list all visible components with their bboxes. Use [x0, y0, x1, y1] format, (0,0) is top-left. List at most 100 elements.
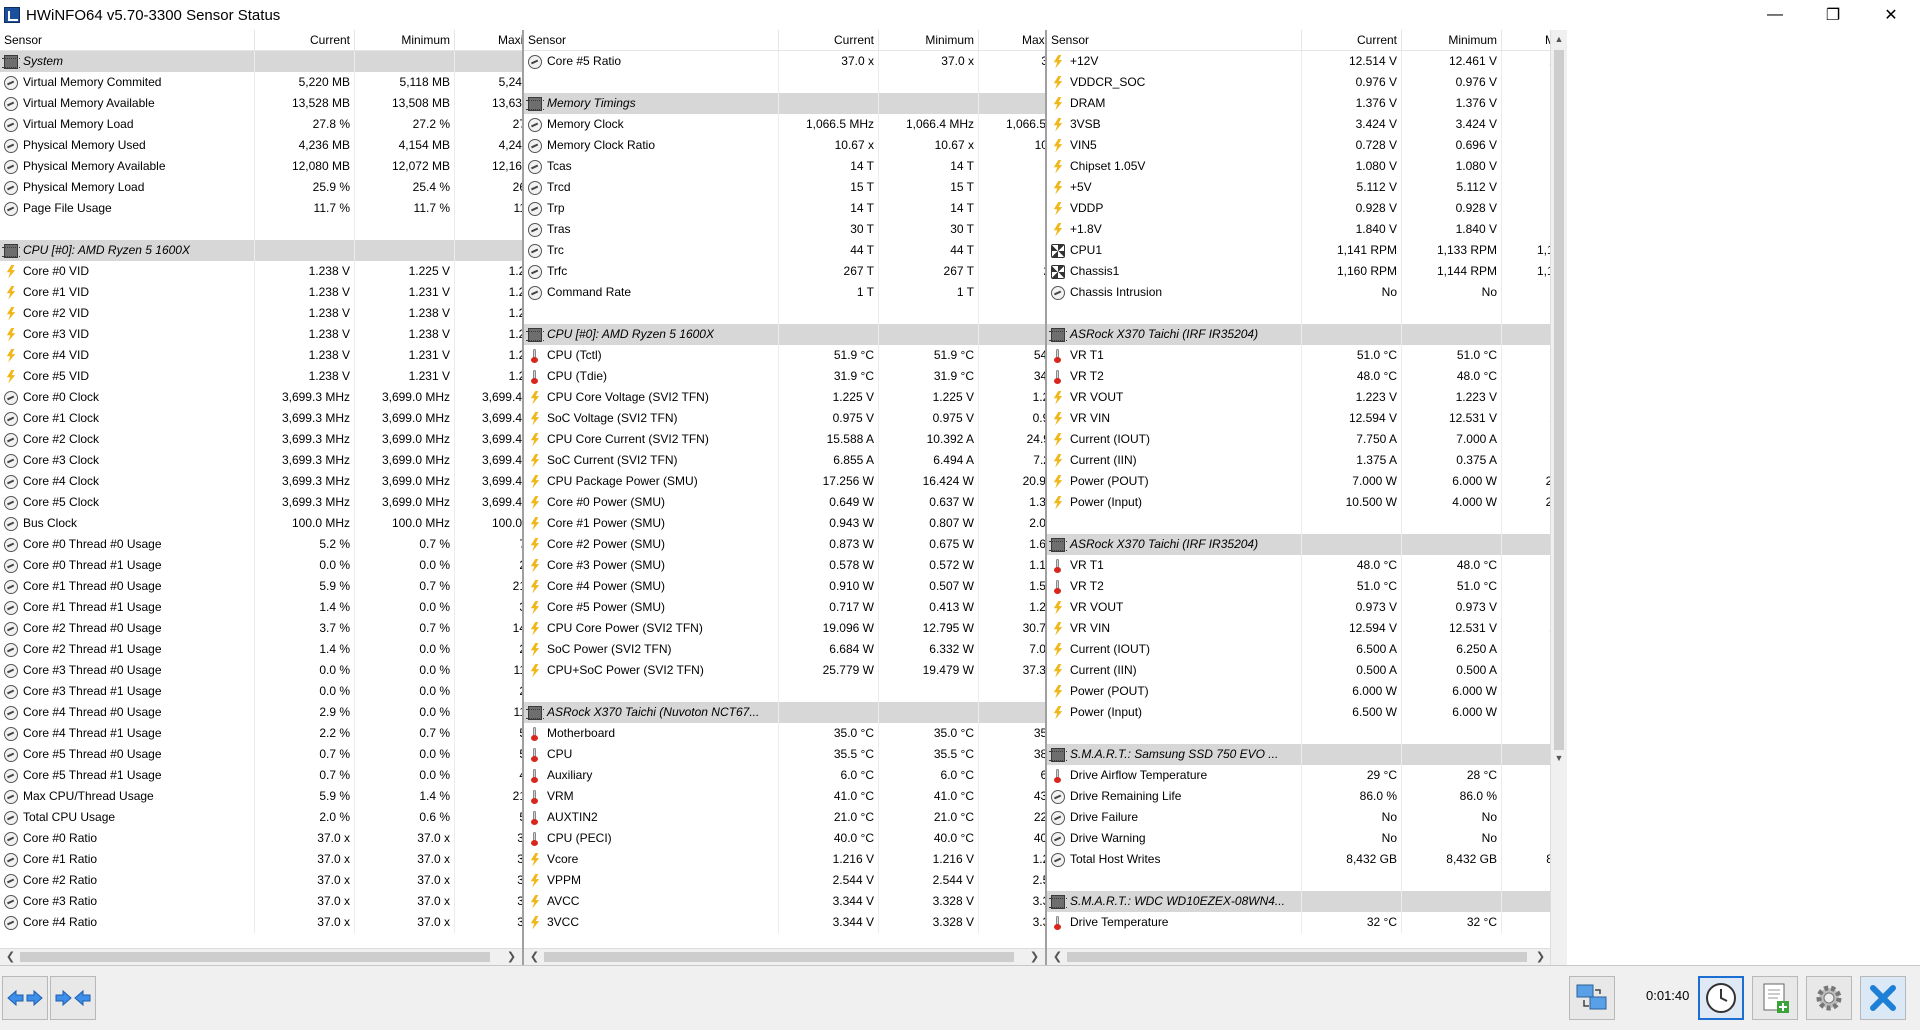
- sensor-row[interactable]: CPU Core Voltage (SVI2 TFN) 1.225 V 1.225 …: [524, 387, 1045, 408]
- sensor-row[interactable]: Core #1 Thread #1 Usage1.4 %0.0 %3.7 %0.…: [0, 597, 522, 618]
- sensor-row[interactable]: Core #3 Thread #1 Usage0.0 %0.0 %2.2 %0.…: [0, 681, 522, 702]
- sensor-row[interactable]: Core #1 Clock 3,699.3 MHz 3,699.0 MHz 3,699…: [0, 408, 522, 429]
- nav-back-forward-button[interactable]: [2, 976, 48, 1020]
- sensor-row[interactable]: CPU35.5 °C35.5 °C38.5 °C36.7: [524, 744, 1045, 765]
- sensor-row[interactable]: Power (POUT)6.000 W6.000 W7.500 W6.1: [1047, 681, 1567, 702]
- sensor-row[interactable]: Trfc267 T267 T267 T: [524, 261, 1045, 282]
- sensor-row[interactable]: DRAM1.376 V1.376 V1.376 V1.3: [1047, 93, 1567, 114]
- sensor-row[interactable]: CPU+SoC Power (SVI2 TFN) 25.779 W 19.479 W…: [524, 660, 1045, 681]
- sensor-row[interactable]: Core #5 Clock 3,699.3 MHz 3,699.0 MHz 3,699…: [0, 492, 522, 513]
- sensor-group-header[interactable]: CPU [#0]: AMD Ryzen 5 1600X: [0, 240, 522, 261]
- sensor-row[interactable]: Core #1 Ratio37.0 x37.0 x37.0 x37.0: [0, 849, 522, 870]
- sensor-row[interactable]: Core #3 Power (SMU) 0.578 W0.572 W1.188 W…: [524, 555, 1045, 576]
- sensor-row[interactable]: CPU11,141 RPM1,133 RPM1,156 RPM1,145: [1047, 240, 1567, 261]
- sensor-row[interactable]: 3VSB3.424 V3.424 V3.424 V3.4: [1047, 114, 1567, 135]
- sensor-row[interactable]: Bus Clock100.0 MHz100.0 MHz100.0 MHz100.…: [0, 513, 522, 534]
- sensor-row[interactable]: Power (Input)6.500 W6.000 W7.500 W6.4: [1047, 702, 1567, 723]
- sensor-row[interactable]: Chassis IntrusionNoNoNo: [1047, 282, 1567, 303]
- sensor-row[interactable]: Trp14 T14 T14 T: [524, 198, 1045, 219]
- sensor-row[interactable]: Core #0 Thread #0 Usage5.2 %0.7 %7.4 %3.…: [0, 534, 522, 555]
- sensor-row[interactable]: Command Rate1 T1 T1 T: [524, 282, 1045, 303]
- sensor-row[interactable]: VR VIN12.594 V12.531 V12.594 V12.5: [1047, 408, 1567, 429]
- sensor-row[interactable]: VR VOUT1.223 V1.223 V1.230 V1.2: [1047, 387, 1567, 408]
- sensor-row[interactable]: Core #2 Thread #1 Usage1.4 %0.0 %2.9 %1.…: [0, 639, 522, 660]
- sensor-row[interactable]: Core #1 Thread #0 Usage5.9 %0.7 %21.4 %5…: [0, 576, 522, 597]
- column-header-sensor[interactable]: Sensor: [524, 30, 779, 50]
- sensor-row[interactable]: Physical Memory Load25.9 %25.4 %26.0 %25…: [0, 177, 522, 198]
- sensor-row[interactable]: Core #3 Thread #0 Usage0.0 %0.0 %11.1 %1…: [0, 660, 522, 681]
- sensor-group-header[interactable]: ASRock X370 Taichi (IRF IR35204): [1047, 534, 1567, 555]
- column-header-current[interactable]: Current: [1302, 30, 1402, 50]
- sensor-panel-3[interactable]: SensorCurrentMinimumMaximumAve +12V 12.514…: [1047, 30, 1567, 965]
- sensor-row[interactable]: Core #0 Ratio37.0 x37.0 x37.0 x37.0: [0, 828, 522, 849]
- sensor-group-header[interactable]: System: [0, 51, 522, 72]
- sensor-group-header[interactable]: ASRock X370 Taichi (IRF IR35204): [1047, 324, 1567, 345]
- sensor-row[interactable]: Memory Clock 1,066.5 MHz 1,066.4 MHz 1,066.…: [524, 114, 1045, 135]
- sensor-row[interactable]: Tcas14 T14 T14 T: [524, 156, 1045, 177]
- sensor-row[interactable]: Drive Airflow Temperature29 °C28 °C29 °C: [1047, 765, 1567, 786]
- sensor-row[interactable]: VIN50.728 V0.696 V0.728 V0.7: [1047, 135, 1567, 156]
- close-sensors-button[interactable]: [1860, 976, 1906, 1020]
- sensor-row[interactable]: AUXTIN221.0 °C21.0 °C22.0 °C21.2: [524, 807, 1045, 828]
- sensor-row[interactable]: VDDP0.928 V0.928 V0.928 V0.9: [1047, 198, 1567, 219]
- sensor-row[interactable]: Chipset 1.05V1.080 V1.080 V1.080 V1.0: [1047, 156, 1567, 177]
- sensor-row[interactable]: Core #0 Power (SMU) 0.649 W0.637 W1.375 W…: [524, 492, 1045, 513]
- horizontal-scrollbar[interactable]: ❮ ❯: [524, 948, 1045, 965]
- sensor-group-header[interactable]: CPU [#0]: AMD Ryzen 5 1600X: [524, 324, 1045, 345]
- scroll-up-arrow-icon[interactable]: ▲: [1551, 31, 1567, 48]
- network-button[interactable]: [1569, 976, 1615, 1020]
- sensor-row[interactable]: Memory Clock Ratio10.67 x10.67 x10.67 x1…: [524, 135, 1045, 156]
- sensor-row[interactable]: Chassis11,160 RPM1,144 RPM1,187 RPM1,164: [1047, 261, 1567, 282]
- sensor-row[interactable]: Core #5 Thread #1 Usage0.7 %0.0 %4.4 %0.…: [0, 765, 522, 786]
- column-header-current[interactable]: Current: [255, 30, 355, 50]
- sensor-row[interactable]: Core #4 Clock 3,699.3 MHz 3,699.0 MHz 3,699…: [0, 471, 522, 492]
- sensor-row[interactable]: Core #5 VID1.238 V1.231 V1.244 V1.239: [0, 366, 522, 387]
- sensor-row[interactable]: Core #2 Ratio37.0 x37.0 x37.0 x37.0: [0, 870, 522, 891]
- sensor-row[interactable]: Virtual Memory Load27.8 %27.2 %27.9 %27.…: [0, 114, 522, 135]
- sensor-row[interactable]: Drive Temperature32 °C32 °C32 °C: [1047, 912, 1567, 933]
- column-header-maximum[interactable]: Maximum: [455, 30, 522, 50]
- column-header-minimum[interactable]: Minimum: [355, 30, 455, 50]
- sensor-row[interactable]: Drive WarningNoNoNo: [1047, 828, 1567, 849]
- sensor-row[interactable]: CPU (PECI)40.0 °C40.0 °C40.0 °C40.0: [524, 828, 1045, 849]
- sensor-row[interactable]: Core #5 Thread #0 Usage0.7 %0.0 %5.2 %0.…: [0, 744, 522, 765]
- sensor-row[interactable]: Core #5 Power (SMU) 0.717 W0.413 W1.225 W…: [524, 597, 1045, 618]
- sensor-row[interactable]: Core #4 VID1.238 V1.231 V1.244 V1.239: [0, 345, 522, 366]
- sensor-row[interactable]: Core #2 Thread #0 Usage3.7 %0.7 %14.1 %3…: [0, 618, 522, 639]
- settings-button[interactable]: [1806, 976, 1852, 1020]
- scroll-left-arrow-icon[interactable]: ❮: [526, 949, 543, 965]
- sensor-row[interactable]: Page File Usage11.7 %11.7 %11.7 %11.7: [0, 198, 522, 219]
- scrollbar-thumb[interactable]: [544, 952, 1014, 962]
- sensor-row[interactable]: Drive FailureNoNoNo: [1047, 807, 1567, 828]
- sensor-row[interactable]: VR VOUT0.973 V0.973 V0.973 V0.9: [1047, 597, 1567, 618]
- sensor-row[interactable]: Trc44 T44 T44 T: [524, 240, 1045, 261]
- sensor-row[interactable]: VR T251.0 °C51.0 °C53.0 °C51: [1047, 576, 1567, 597]
- scroll-right-arrow-icon[interactable]: ❯: [503, 949, 520, 965]
- horizontal-scrollbar[interactable]: ❮ ❯: [1047, 948, 1550, 965]
- sensor-row[interactable]: Max CPU/Thread Usage5.9 %1.4 %21.4 %6.4: [0, 786, 522, 807]
- column-header-minimum[interactable]: Minimum: [1402, 30, 1502, 50]
- scrollbar-thumb[interactable]: [1067, 952, 1527, 962]
- column-header-maximum[interactable]: Maximum: [979, 30, 1045, 50]
- sensor-row[interactable]: Core #3 VID1.238 V1.238 V1.244 V1.239: [0, 324, 522, 345]
- scroll-right-arrow-icon[interactable]: ❯: [1532, 949, 1549, 965]
- scrollbar-thumb[interactable]: [20, 952, 490, 962]
- sensor-row[interactable]: Virtual Memory Commited 5,220 MB 5,118 MB 5…: [0, 72, 522, 93]
- sensor-row[interactable]: Drive Remaining Life86.0 %86.0 %86.0 %: [1047, 786, 1567, 807]
- sensor-row[interactable]: Core #4 Thread #0 Usage2.9 %0.0 %11.1 %1…: [0, 702, 522, 723]
- sensor-row[interactable]: Physical Memory Used 4,236 MB 4,154 MB 4,24…: [0, 135, 522, 156]
- sensor-row[interactable]: SoC Current (SVI2 TFN) 6.855 A6.494 A7.21…: [524, 450, 1045, 471]
- sensor-row[interactable]: VR VIN12.594 V12.531 V12.594 V12.5: [1047, 618, 1567, 639]
- sensor-row[interactable]: Virtual Memory Available 13,528 MB 13,508 …: [0, 93, 522, 114]
- sensor-row[interactable]: Total CPU Usage2.0 %0.6 %5.8 %1.8: [0, 807, 522, 828]
- sensor-row[interactable]: 3VCC3.344 V3.328 V3.344 V3.339: [524, 912, 1045, 933]
- sensor-group-header[interactable]: ASRock X370 Taichi (Nuvoton NCT67...: [524, 702, 1045, 723]
- sensor-row[interactable]: Core #2 VID1.238 V1.238 V1.244 V1.240: [0, 303, 522, 324]
- sensor-row[interactable]: Core #4 Power (SMU) 0.910 W0.507 W1.526 W…: [524, 576, 1045, 597]
- sensor-row[interactable]: AVCC3.344 V3.328 V3.344 V3.342: [524, 891, 1045, 912]
- sensor-row[interactable]: Core #0 VID1.238 V1.225 V1.244 V1.239: [0, 261, 522, 282]
- sensor-row[interactable]: Power (Input)10.500 W4.000 W24.000 W9.2: [1047, 492, 1567, 513]
- sensor-row[interactable]: Physical Memory Available 12,080 MB 12,072…: [0, 156, 522, 177]
- sensor-row[interactable]: Core #3 Clock 3,699.3 MHz 3,699.0 MHz 3,699…: [0, 450, 522, 471]
- column-header-sensor[interactable]: Sensor: [0, 30, 255, 50]
